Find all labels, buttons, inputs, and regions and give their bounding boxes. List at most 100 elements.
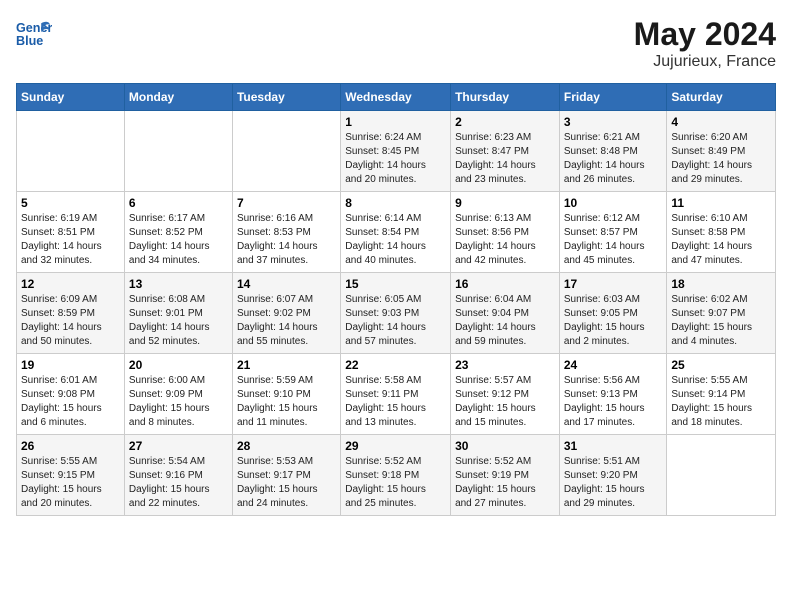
day-cell: 23 Sunrise: 5:57 AM Sunset: 9:12 PM Dayli…	[451, 354, 560, 435]
logo-icon: General Blue	[16, 16, 52, 52]
day-cell: 28 Sunrise: 5:53 AM Sunset: 9:17 PM Dayli…	[232, 435, 340, 516]
day-number: 6	[129, 196, 228, 210]
day-info: Sunrise: 5:55 AM Sunset: 9:15 PM Dayligh…	[21, 455, 120, 511]
day-number: 3	[564, 115, 663, 129]
day-info: Sunrise: 6:20 AM Sunset: 8:49 PM Dayligh…	[671, 131, 771, 187]
day-number: 13	[129, 277, 228, 291]
day-info: Sunrise: 6:12 AM Sunset: 8:57 PM Dayligh…	[564, 212, 663, 268]
day-cell: 25 Sunrise: 5:55 AM Sunset: 9:14 PM Dayli…	[667, 354, 776, 435]
day-cell: 16 Sunrise: 6:04 AM Sunset: 9:04 PM Dayli…	[451, 273, 560, 354]
day-cell: 4Sunrise: 6:20 AM Sunset: 8:49 PM Daylig…	[667, 111, 776, 192]
day-number: 11	[671, 196, 771, 210]
day-info: Sunrise: 6:08 AM Sunset: 9:01 PM Dayligh…	[129, 293, 228, 349]
day-cell: 30 Sunrise: 5:52 AM Sunset: 9:19 PM Dayli…	[451, 435, 560, 516]
day-number: 24	[564, 358, 663, 372]
day-info: Sunrise: 6:24 AM Sunset: 8:45 PM Dayligh…	[345, 131, 446, 187]
day-info: Sunrise: 6:04 AM Sunset: 9:04 PM Dayligh…	[455, 293, 555, 349]
day-number: 21	[237, 358, 336, 372]
day-cell: 26 Sunrise: 5:55 AM Sunset: 9:15 PM Dayli…	[17, 435, 125, 516]
day-info: Sunrise: 5:51 AM Sunset: 9:20 PM Dayligh…	[564, 455, 663, 511]
header-row: SundayMondayTuesdayWednesdayThursdayFrid…	[17, 84, 776, 111]
calendar-table: SundayMondayTuesdayWednesdayThursdayFrid…	[16, 83, 776, 516]
day-cell: 13 Sunrise: 6:08 AM Sunset: 9:01 PM Dayli…	[124, 273, 232, 354]
svg-text:Blue: Blue	[16, 34, 43, 48]
day-info: Sunrise: 6:05 AM Sunset: 9:03 PM Dayligh…	[345, 293, 446, 349]
day-info: Sunrise: 6:23 AM Sunset: 8:47 PM Dayligh…	[455, 131, 555, 187]
day-number: 30	[455, 439, 555, 453]
day-cell: 19 Sunrise: 6:01 AM Sunset: 9:08 PM Dayli…	[17, 354, 125, 435]
day-cell: 12Sunrise: 6:09 AM Sunset: 8:59 PM Dayli…	[17, 273, 125, 354]
day-cell: 21Sunrise: 5:59 AM Sunset: 9:10 PM Dayli…	[232, 354, 340, 435]
day-cell: 20Sunrise: 6:00 AM Sunset: 9:09 PM Dayli…	[124, 354, 232, 435]
day-cell: 27Sunrise: 5:54 AM Sunset: 9:16 PM Dayli…	[124, 435, 232, 516]
day-info: Sunrise: 6:02 AM Sunset: 9:07 PM Dayligh…	[671, 293, 771, 349]
day-info: Sunrise: 6:00 AM Sunset: 9:09 PM Dayligh…	[129, 374, 228, 430]
day-cell: 3 Sunrise: 6:21 AM Sunset: 8:48 PM Daylig…	[559, 111, 667, 192]
column-header-monday: Monday	[124, 84, 232, 111]
column-header-thursday: Thursday	[451, 84, 560, 111]
week-row-3: 12Sunrise: 6:09 AM Sunset: 8:59 PM Dayli…	[17, 273, 776, 354]
day-cell: 5 Sunrise: 6:19 AM Sunset: 8:51 PM Daylig…	[17, 192, 125, 273]
day-cell: 22Sunrise: 5:58 AM Sunset: 9:11 PM Dayli…	[341, 354, 451, 435]
day-cell: 31Sunrise: 5:51 AM Sunset: 9:20 PM Dayli…	[559, 435, 667, 516]
title-block: May 2024 Jujurieux, France	[634, 16, 776, 71]
day-number: 10	[564, 196, 663, 210]
day-number: 9	[455, 196, 555, 210]
day-info: Sunrise: 5:52 AM Sunset: 9:19 PM Dayligh…	[455, 455, 555, 511]
day-number: 27	[129, 439, 228, 453]
day-cell	[667, 435, 776, 516]
column-header-tuesday: Tuesday	[232, 84, 340, 111]
day-number: 15	[345, 277, 446, 291]
day-number: 2	[455, 115, 555, 129]
day-info: Sunrise: 5:56 AM Sunset: 9:13 PM Dayligh…	[564, 374, 663, 430]
day-cell: 24 Sunrise: 5:56 AM Sunset: 9:13 PM Dayli…	[559, 354, 667, 435]
day-number: 28	[237, 439, 336, 453]
location: Jujurieux, France	[634, 53, 776, 71]
day-number: 23	[455, 358, 555, 372]
day-info: Sunrise: 6:01 AM Sunset: 9:08 PM Dayligh…	[21, 374, 120, 430]
column-header-wednesday: Wednesday	[341, 84, 451, 111]
day-number: 25	[671, 358, 771, 372]
week-row-4: 19 Sunrise: 6:01 AM Sunset: 9:08 PM Dayli…	[17, 354, 776, 435]
week-row-2: 5 Sunrise: 6:19 AM Sunset: 8:51 PM Daylig…	[17, 192, 776, 273]
day-number: 29	[345, 439, 446, 453]
day-info: Sunrise: 5:53 AM Sunset: 9:17 PM Dayligh…	[237, 455, 336, 511]
day-number: 5	[21, 196, 120, 210]
month-year: May 2024	[634, 16, 776, 53]
day-info: Sunrise: 6:09 AM Sunset: 8:59 PM Dayligh…	[21, 293, 120, 349]
day-cell: 2 Sunrise: 6:23 AM Sunset: 8:47 PM Daylig…	[451, 111, 560, 192]
day-info: Sunrise: 5:55 AM Sunset: 9:14 PM Dayligh…	[671, 374, 771, 430]
day-cell	[17, 111, 125, 192]
day-cell: 11 Sunrise: 6:10 AM Sunset: 8:58 PM Dayli…	[667, 192, 776, 273]
column-header-saturday: Saturday	[667, 84, 776, 111]
day-info: Sunrise: 6:14 AM Sunset: 8:54 PM Dayligh…	[345, 212, 446, 268]
day-cell: 9 Sunrise: 6:13 AM Sunset: 8:56 PM Daylig…	[451, 192, 560, 273]
day-number: 8	[345, 196, 446, 210]
day-cell: 6 Sunrise: 6:17 AM Sunset: 8:52 PM Daylig…	[124, 192, 232, 273]
day-info: Sunrise: 6:21 AM Sunset: 8:48 PM Dayligh…	[564, 131, 663, 187]
page-header: General Blue May 2024 Jujurieux, France	[16, 16, 776, 71]
day-number: 14	[237, 277, 336, 291]
day-info: Sunrise: 6:19 AM Sunset: 8:51 PM Dayligh…	[21, 212, 120, 268]
day-number: 19	[21, 358, 120, 372]
day-info: Sunrise: 5:57 AM Sunset: 9:12 PM Dayligh…	[455, 374, 555, 430]
day-number: 7	[237, 196, 336, 210]
day-number: 1	[345, 115, 446, 129]
day-number: 26	[21, 439, 120, 453]
day-cell: 8 Sunrise: 6:14 AM Sunset: 8:54 PM Daylig…	[341, 192, 451, 273]
day-number: 18	[671, 277, 771, 291]
week-row-1: 1 Sunrise: 6:24 AM Sunset: 8:45 PM Daylig…	[17, 111, 776, 192]
day-info: Sunrise: 6:07 AM Sunset: 9:02 PM Dayligh…	[237, 293, 336, 349]
day-cell	[124, 111, 232, 192]
day-info: Sunrise: 6:13 AM Sunset: 8:56 PM Dayligh…	[455, 212, 555, 268]
day-number: 16	[455, 277, 555, 291]
day-info: Sunrise: 6:16 AM Sunset: 8:53 PM Dayligh…	[237, 212, 336, 268]
day-cell: 29Sunrise: 5:52 AM Sunset: 9:18 PM Dayli…	[341, 435, 451, 516]
day-cell: 14 Sunrise: 6:07 AM Sunset: 9:02 PM Dayli…	[232, 273, 340, 354]
day-cell: 7 Sunrise: 6:16 AM Sunset: 8:53 PM Daylig…	[232, 192, 340, 273]
day-info: Sunrise: 6:10 AM Sunset: 8:58 PM Dayligh…	[671, 212, 771, 268]
day-info: Sunrise: 6:17 AM Sunset: 8:52 PM Dayligh…	[129, 212, 228, 268]
logo: General Blue	[16, 16, 56, 52]
day-cell: 15 Sunrise: 6:05 AM Sunset: 9:03 PM Dayli…	[341, 273, 451, 354]
day-cell: 1 Sunrise: 6:24 AM Sunset: 8:45 PM Daylig…	[341, 111, 451, 192]
